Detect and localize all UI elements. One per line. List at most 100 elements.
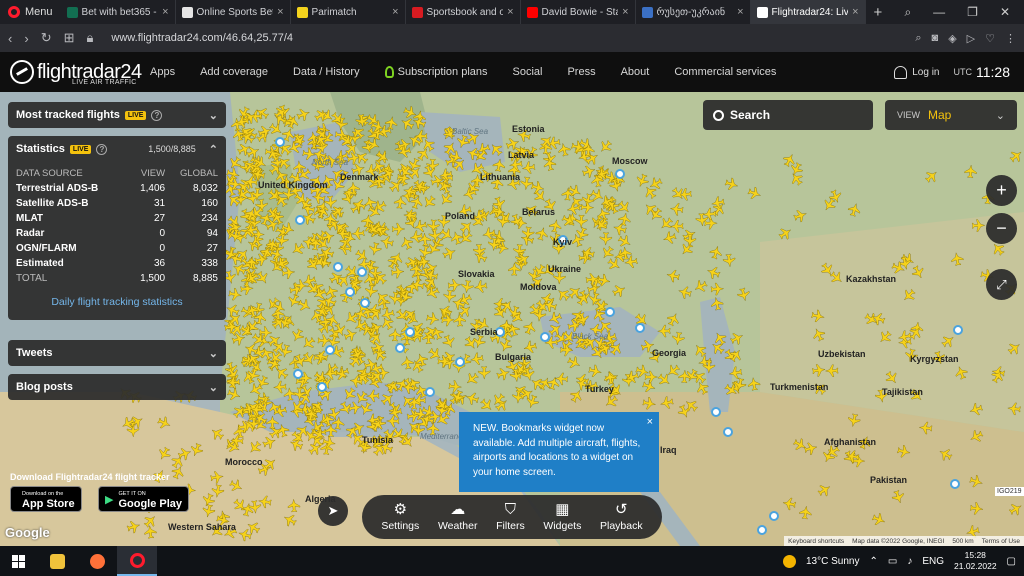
close-icon[interactable]: × — [647, 415, 653, 430]
taskbar-firefox[interactable] — [77, 546, 117, 576]
heart-icon[interactable]: ♡ — [985, 32, 995, 45]
attribution-item[interactable]: Keyboard shortcuts — [788, 538, 844, 545]
browser-tab[interactable]: Flightradar24: Live × — [750, 0, 866, 24]
help-icon[interactable]: ? — [96, 143, 108, 155]
language-indicator[interactable]: ENG — [922, 556, 944, 567]
tray-arrow-icon[interactable]: ⌃ — [869, 556, 877, 567]
tweets-header[interactable]: Tweets ⌄ — [8, 340, 226, 366]
chevron-down-icon[interactable]: ⌄ — [209, 381, 218, 394]
flight-map[interactable]: United Kingdom Latvia Lithuania Belarus Pola… — [0, 92, 1024, 546]
tray-clock[interactable]: 15:28 21.02.2022 — [954, 550, 997, 572]
search-tabs-icon[interactable]: ⌕ — [904, 5, 911, 20]
browser-tab[interactable]: Online Sports Betti × — [176, 0, 291, 24]
search-button[interactable]: Search — [703, 100, 873, 130]
notifications-icon[interactable]: ▢ — [1007, 556, 1016, 567]
settings-button[interactable]: ⚙ Settings — [381, 502, 419, 533]
airport-pin-icon[interactable] — [769, 511, 779, 521]
airport-pin-icon[interactable] — [757, 525, 767, 535]
nav-item[interactable]: Add coverage — [200, 66, 268, 78]
zoom-in-button[interactable]: + — [986, 175, 1017, 206]
network-icon[interactable]: ▭ — [888, 556, 897, 567]
browser-tab[interactable]: Parimatch × — [291, 0, 406, 24]
nav-item[interactable]: Subscription plans — [384, 66, 488, 78]
login-button[interactable]: Log in — [894, 65, 940, 79]
menu-dots-icon[interactable]: ⋮ — [1005, 32, 1016, 45]
nav-item[interactable]: Apps — [150, 66, 175, 78]
search-icon[interactable]: ⌕ — [915, 32, 921, 45]
weather-text[interactable]: 13°C Sunny — [806, 556, 859, 567]
app-store-button[interactable]: Download on the App Store — [10, 486, 82, 512]
taskbar-opera[interactable] — [117, 546, 157, 576]
statistics-header[interactable]: Statistics LIVE ? 1,500/8,885 ⌃ — [8, 136, 226, 162]
playback-button[interactable]: ↺ Playback — [600, 502, 643, 533]
airport-pin-icon[interactable] — [360, 298, 370, 308]
reload-button[interactable]: ↻ — [41, 30, 52, 46]
close-tab-icon[interactable]: × — [277, 6, 283, 18]
restore-button[interactable]: ❐ — [967, 5, 978, 20]
weather-button[interactable]: ☁ Weather — [438, 502, 478, 533]
close-tab-icon[interactable]: × — [392, 6, 398, 18]
airport-pin-icon[interactable] — [455, 357, 465, 367]
airport-pin-icon[interactable] — [635, 323, 645, 333]
airport-pin-icon[interactable] — [345, 287, 355, 297]
back-button[interactable]: ‹ — [8, 31, 12, 46]
help-icon[interactable]: ? — [151, 109, 163, 121]
browser-tab[interactable]: რუსეთ-უკრაინ × — [636, 0, 751, 24]
blog-header[interactable]: Blog posts ⌄ — [8, 374, 226, 400]
airport-pin-icon[interactable] — [275, 137, 285, 147]
filters-button[interactable]: ⛉ Filters — [496, 502, 525, 533]
view-selector[interactable]: VIEW Map ⌄ — [885, 100, 1017, 130]
most-tracked-panel[interactable]: Most tracked flights LIVE ? ⌄ — [8, 102, 226, 128]
my-location-button[interactable]: ➤ — [318, 496, 348, 526]
close-tab-icon[interactable]: × — [737, 6, 743, 18]
shield-icon[interactable]: ◈ — [948, 32, 956, 45]
chevron-down-icon[interactable]: ⌄ — [209, 109, 218, 122]
airport-pin-icon[interactable] — [953, 325, 963, 335]
opera-menu-button[interactable]: Menu — [0, 0, 61, 24]
daily-stats-link[interactable]: Daily flight tracking statistics — [8, 286, 226, 320]
airport-pin-icon[interactable] — [293, 369, 303, 379]
attribution-item[interactable]: Map data ©2022 Google, INEGI — [852, 538, 944, 545]
airport-pin-icon[interactable] — [395, 343, 405, 353]
airport-pin-icon[interactable] — [405, 327, 415, 337]
airport-pin-icon[interactable] — [615, 169, 625, 179]
airport-pin-icon[interactable] — [605, 307, 615, 317]
nav-item[interactable]: Social — [513, 66, 543, 78]
close-tab-icon[interactable]: × — [622, 6, 628, 18]
airport-pin-icon[interactable] — [325, 345, 335, 355]
flight-label-igo[interactable]: IGO219 — [995, 487, 1024, 496]
camera-icon[interactable]: ◙ — [932, 32, 939, 45]
chevron-up-icon[interactable]: ⌃ — [209, 143, 218, 156]
tweets-panel[interactable]: Tweets ⌄ — [8, 340, 226, 366]
browser-tab[interactable]: Bet with bet365 - I × — [61, 0, 176, 24]
chevron-down-icon[interactable]: ⌄ — [209, 347, 218, 360]
widgets-button[interactable]: ▦ Widgets — [543, 502, 581, 533]
airport-pin-icon[interactable] — [357, 267, 367, 277]
nav-item[interactable]: Data / History — [293, 66, 360, 78]
send-icon[interactable]: ▷ — [967, 32, 975, 45]
fullscreen-button[interactable]: ⤢ — [986, 269, 1017, 300]
blog-panel[interactable]: Blog posts ⌄ — [8, 374, 226, 400]
airport-pin-icon[interactable] — [425, 387, 435, 397]
airport-pin-icon[interactable] — [540, 332, 550, 342]
zoom-out-button[interactable]: − — [986, 213, 1017, 244]
browser-tab[interactable]: Sportsbook and o × — [406, 0, 521, 24]
volume-icon[interactable]: ♪ — [907, 556, 912, 567]
airport-pin-icon[interactable] — [711, 407, 721, 417]
close-tab-icon[interactable]: × — [852, 6, 858, 18]
windows-start-icon[interactable] — [12, 554, 25, 568]
close-window-button[interactable]: ✕ — [1000, 5, 1010, 20]
nav-item[interactable]: Commercial services — [674, 66, 776, 78]
airport-pin-icon[interactable] — [295, 215, 305, 225]
nav-item[interactable]: Press — [567, 66, 595, 78]
airport-pin-icon[interactable] — [317, 382, 327, 392]
new-tab-button[interactable]: + — [866, 4, 891, 21]
url-field[interactable]: www.flightradar24.com/46.64,25.77/4 — [111, 32, 293, 44]
fr24-logo[interactable]: flightradar24 LIVE AIR TRAFFIC — [10, 52, 150, 92]
nav-item[interactable]: About — [621, 66, 650, 78]
airport-pin-icon[interactable] — [333, 262, 343, 272]
close-tab-icon[interactable]: × — [507, 6, 513, 18]
airport-pin-icon[interactable] — [723, 427, 733, 437]
tab-grid-icon[interactable]: ⊞ — [64, 30, 75, 46]
forward-button[interactable]: › — [24, 31, 28, 46]
